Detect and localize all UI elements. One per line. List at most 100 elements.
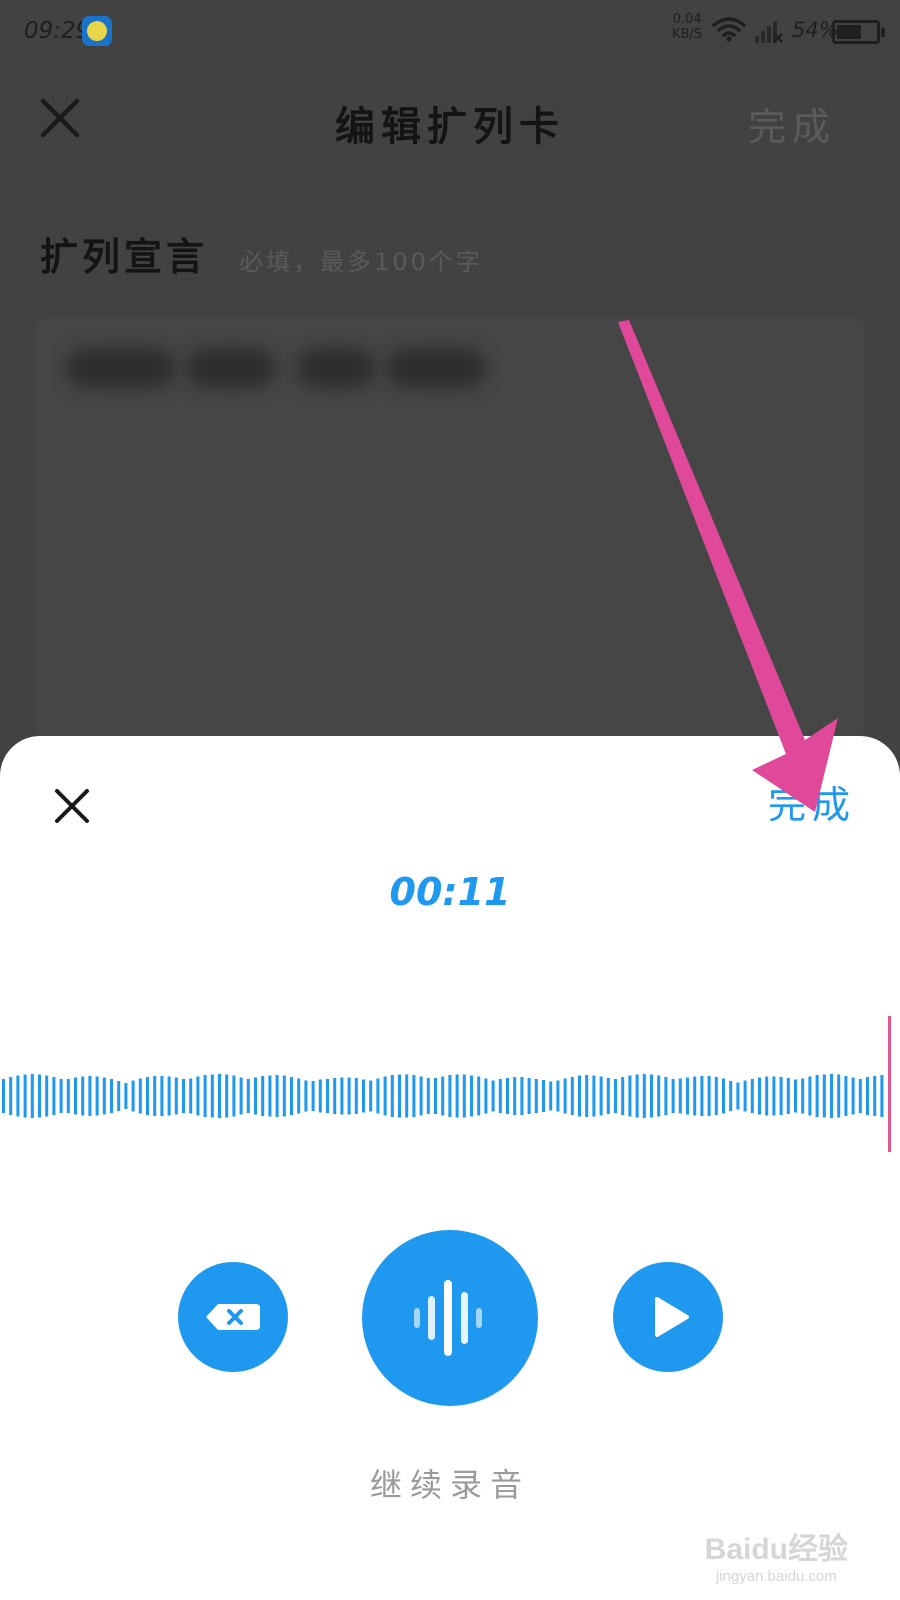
waveform-bar — [146, 1077, 149, 1115]
waveform-bar — [160, 1076, 164, 1116]
waveform-bar — [592, 1075, 596, 1117]
waveform-bar — [210, 1074, 214, 1118]
waveform-bar — [506, 1078, 509, 1114]
waveform-bar — [297, 1078, 301, 1114]
waveform-bar — [851, 1077, 855, 1115]
waveform-bar — [124, 1083, 128, 1109]
waveform-bar — [52, 1077, 56, 1115]
play-icon — [655, 1297, 689, 1337]
waveform-bar — [585, 1075, 589, 1117]
waveform-bar — [448, 1075, 452, 1117]
waveform-bar — [513, 1077, 517, 1115]
waveform-bar — [95, 1076, 99, 1116]
waveform-bar — [772, 1076, 776, 1116]
waveform-bar — [866, 1077, 869, 1115]
waveform-bar — [743, 1080, 747, 1112]
waveform-bar — [268, 1075, 272, 1117]
status-time: 09:29 — [24, 18, 91, 44]
waveform-bar — [614, 1079, 617, 1113]
waveform-bar — [873, 1076, 877, 1116]
waveform-bar — [369, 1080, 373, 1112]
waveform-bar — [491, 1080, 495, 1112]
waveform-bar — [765, 1076, 769, 1116]
waveform-bar — [700, 1076, 704, 1116]
waveform-bar — [830, 1074, 833, 1118]
blurred-text — [296, 348, 376, 388]
header-done-button[interactable]: 完成 — [748, 96, 836, 151]
waveform-bar — [16, 1075, 20, 1117]
waveform-bar — [23, 1074, 27, 1118]
waveform-bar — [498, 1079, 502, 1113]
waveform-bar — [779, 1077, 783, 1115]
waveform-bar — [311, 1081, 315, 1111]
waveform-bar — [261, 1076, 265, 1116]
waveform-bar — [556, 1080, 560, 1112]
waveform-bar — [362, 1079, 365, 1113]
waveform-bar — [9, 1077, 13, 1115]
battery-icon — [832, 20, 885, 44]
waveform-bar — [290, 1077, 293, 1115]
wifi-icon — [712, 17, 746, 42]
app-notification-icon — [82, 16, 112, 46]
play-recording-button[interactable] — [613, 1262, 723, 1372]
waveform-bar — [38, 1074, 41, 1118]
waveform-bar — [275, 1075, 279, 1117]
waveform-bar — [354, 1078, 358, 1114]
waveform-bar — [383, 1076, 387, 1116]
waveform-bar — [671, 1079, 675, 1113]
waveform-bar — [138, 1078, 142, 1114]
watermark-logo: Baidu经验 — [704, 1533, 848, 1566]
close-icon[interactable] — [50, 784, 94, 828]
waveform-bar — [196, 1076, 200, 1116]
waveform-bar — [102, 1077, 106, 1115]
cellular-signal-icon — [755, 21, 783, 43]
waveform-bar — [520, 1077, 524, 1115]
blurred-text — [186, 348, 276, 388]
waveform-bar — [318, 1079, 322, 1113]
done-button[interactable]: 完成 — [768, 774, 856, 829]
backspace-x-icon — [206, 1304, 260, 1330]
waveform-bar — [642, 1074, 646, 1118]
playhead-indicator — [888, 1016, 891, 1152]
section-title: 扩列宣言 — [40, 235, 209, 279]
waveform-bar — [794, 1079, 797, 1113]
waveform-bar — [534, 1079, 538, 1113]
waveform-bar — [635, 1074, 639, 1118]
waveform-bar — [304, 1080, 308, 1112]
waveform-bar — [563, 1078, 567, 1114]
waveform-bar — [326, 1079, 329, 1113]
waveform-bar — [254, 1077, 257, 1115]
audio-waveform — [2, 1074, 884, 1118]
waveform-bar — [333, 1078, 337, 1114]
network-speed-value: 0.04 — [672, 12, 702, 27]
waveform-bar — [246, 1079, 250, 1113]
waveform-bar — [412, 1075, 416, 1117]
waveform-bar — [174, 1077, 178, 1115]
network-speed-unit: KB/S — [672, 27, 703, 42]
waveform-bar — [844, 1076, 848, 1116]
waveform-bar — [880, 1075, 884, 1117]
page-header: 编辑扩列卡 完成 — [0, 64, 900, 174]
waveform-bar — [801, 1078, 805, 1114]
waveform-bar — [477, 1076, 481, 1116]
continue-record-button[interactable] — [362, 1230, 538, 1406]
waveform-bar — [628, 1075, 632, 1117]
waveform-bar — [376, 1078, 380, 1114]
waveform-bar — [117, 1081, 121, 1111]
waveform-bar — [45, 1075, 49, 1117]
waveform-bar — [714, 1077, 718, 1115]
declaration-textarea[interactable] — [36, 318, 864, 738]
waveform-bar — [542, 1080, 545, 1112]
waveform-bar — [232, 1075, 236, 1117]
waveform-bar — [405, 1074, 409, 1118]
baidu-jingyan-watermark: Baidu经验 jingyan.baidu.com — [705, 1524, 848, 1585]
delete-recording-button[interactable] — [178, 1262, 288, 1372]
waveform-bar — [441, 1076, 445, 1116]
waveform-bar — [282, 1075, 286, 1117]
waveform-bar — [837, 1074, 841, 1118]
waveform-bar — [858, 1079, 862, 1113]
voice-recorder-sheet: 完成 00:11 继续录音 Baidu经验 jingyan.baidu.com — [0, 736, 900, 1600]
waveform-bar — [110, 1079, 113, 1113]
sound-wave-icon — [414, 1280, 482, 1356]
waveform-bar — [2, 1079, 5, 1113]
